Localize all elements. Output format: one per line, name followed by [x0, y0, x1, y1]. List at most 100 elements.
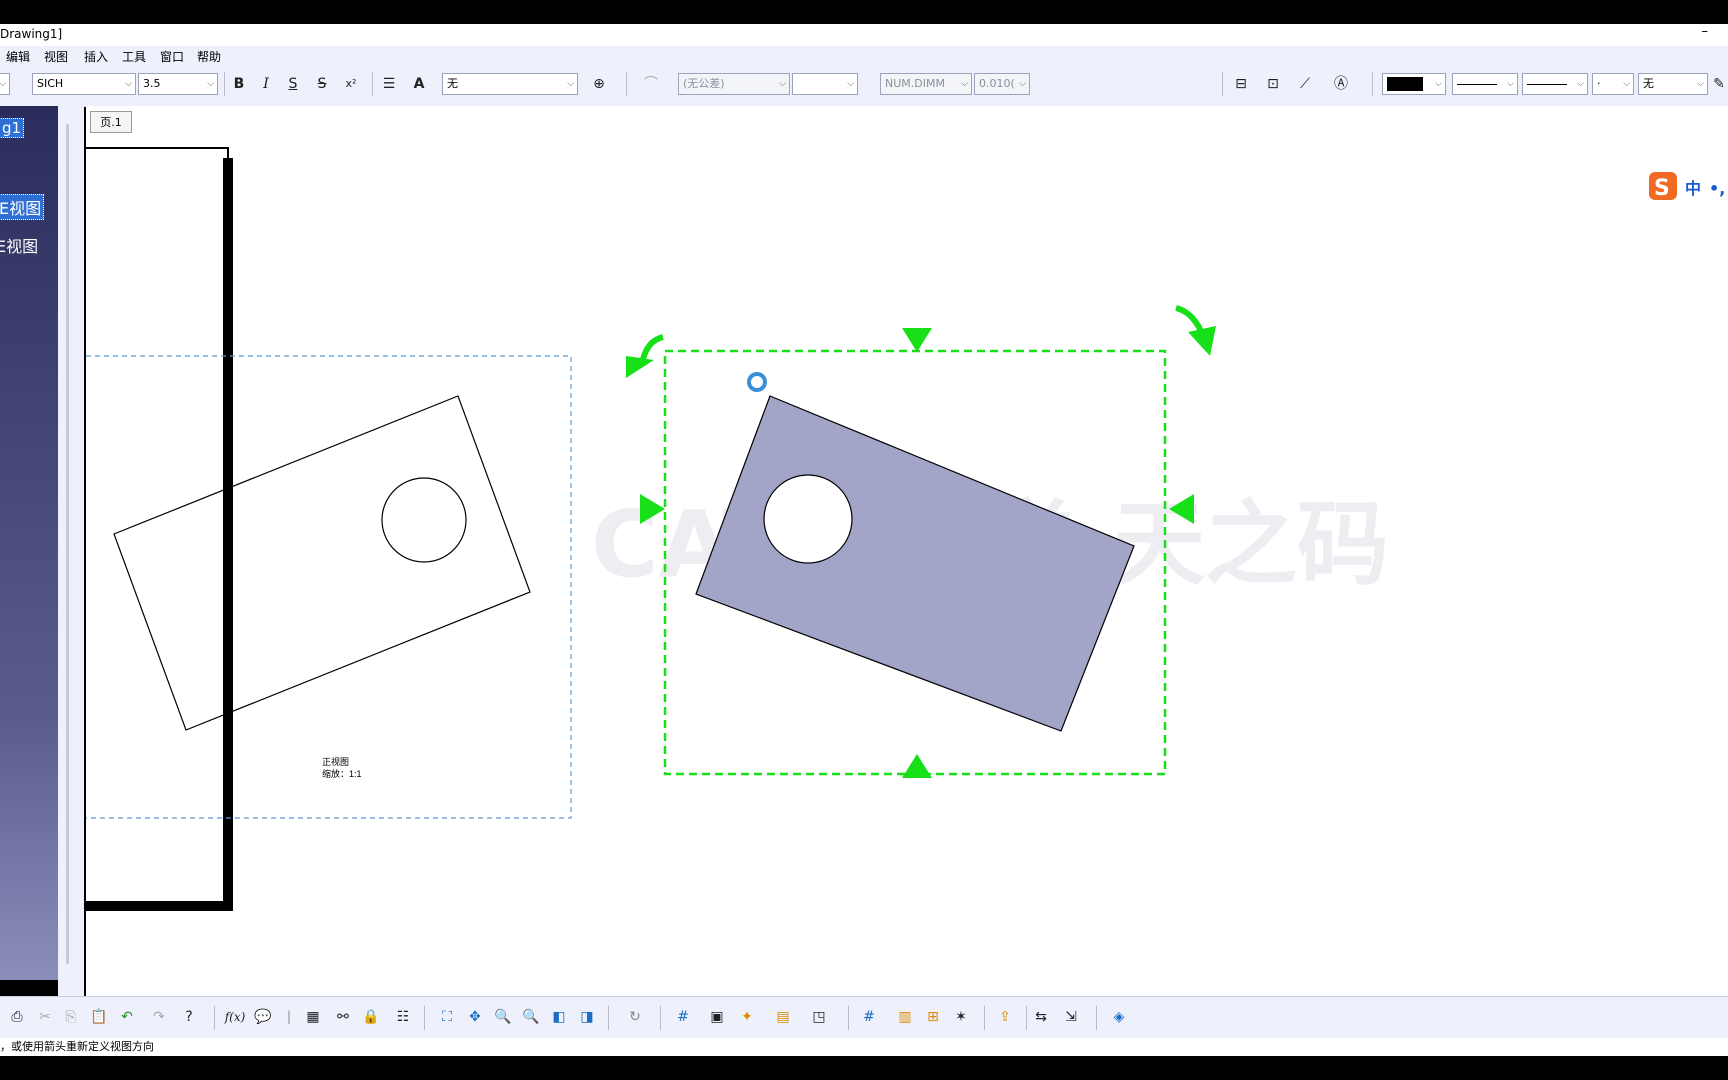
grid-icon[interactable]: #	[672, 1006, 694, 1028]
underline-button[interactable]: S	[282, 73, 304, 95]
insert-text-icon[interactable]: ⊕	[588, 73, 610, 95]
cut-icon[interactable]: ✂	[34, 1006, 56, 1028]
selected-view-hole	[763, 474, 853, 564]
arrow-up-handle[interactable]	[902, 754, 932, 778]
italic-button[interactable]: I	[255, 73, 277, 95]
fill-color-icon[interactable]: ✎	[1708, 73, 1728, 95]
tree-item-view[interactable]: E视图	[0, 233, 38, 257]
undo-icon[interactable]: ↶	[116, 1006, 138, 1028]
zoom-out-icon[interactable]: 🔍	[520, 1006, 542, 1028]
paste-icon[interactable]: 📋	[88, 1006, 110, 1028]
status-text: ，或使用箭头重新定义视图方向	[0, 1040, 154, 1053]
ime-svg: S 中 •,	[1649, 172, 1725, 201]
frame-edit-icon[interactable]: ⊡	[1262, 73, 1284, 95]
zoom-in-icon[interactable]: 🔍	[492, 1006, 514, 1028]
svg-text:S: S	[1654, 176, 1670, 201]
menu-tools[interactable]: 工具	[122, 48, 146, 65]
whats-this-icon[interactable]: ?	[178, 1006, 200, 1028]
rotation-handle[interactable]	[747, 372, 767, 392]
knowledge-icon[interactable]: ǀ	[278, 1006, 300, 1028]
ime-mode: 中	[1685, 179, 1701, 198]
tolerance-format-combo[interactable]: ⌵	[792, 73, 858, 95]
frame-creation-icon[interactable]: ✦	[736, 1006, 758, 1028]
copy-icon[interactable]: ⎘	[60, 1006, 82, 1028]
tree-icon[interactable]: ⚯	[332, 1006, 354, 1028]
menu-edit[interactable]: 编辑	[6, 48, 30, 65]
rotate-cw-arrowhead	[1188, 326, 1216, 356]
lock-icon[interactable]: 🔒	[360, 1006, 382, 1028]
sheet-icon[interactable]: ▣	[706, 1006, 728, 1028]
color-combo[interactable]: ⌵	[1382, 73, 1446, 95]
view-box-icon[interactable]: ▥	[894, 1006, 916, 1028]
menu-help[interactable]: 帮助	[197, 48, 221, 65]
tree-root[interactable]: g1	[0, 118, 25, 138]
fit-all-icon[interactable]: ⛶	[436, 1006, 458, 1028]
view-star-icon[interactable]: ✶	[950, 1006, 972, 1028]
specification-tree: g1 E视图 E视图	[0, 106, 58, 980]
grid-2-icon[interactable]: #	[858, 1006, 880, 1028]
print-icon[interactable]: ⎙	[6, 1006, 28, 1028]
menu-view[interactable]: 视图	[44, 48, 68, 65]
style-combo[interactable]: ⌵	[0, 73, 10, 95]
multi-view-icon[interactable]: ◨	[576, 1006, 598, 1028]
align-icon[interactable]: ☰	[378, 73, 400, 95]
dimension-line-icon[interactable]: ⟋	[1294, 73, 1316, 95]
line-thickness-combo[interactable]: ⌵	[1522, 73, 1588, 95]
view-label-name: 正视图	[322, 756, 349, 767]
line-end-combo[interactable]: 无 ⌵	[1638, 73, 1708, 95]
precision-combo[interactable]: 0.010(⌵	[974, 73, 1030, 95]
view-label-scale: 缩放：1:1	[322, 768, 362, 779]
frame-value: 无	[447, 77, 458, 90]
text-properties-toolbar: ⌵ SICH⌵ 3.5⌵ B I S S x² ☰ A 无⌵ ⊕ ⌒ (无公差)…	[0, 66, 1728, 107]
text-color-button[interactable]: A	[408, 73, 430, 95]
update-icon[interactable]: ↻	[624, 1006, 646, 1028]
punctuation-icon: •,	[1709, 179, 1725, 198]
pan-icon[interactable]: ✥	[464, 1006, 486, 1028]
window-title: Drawing1]	[0, 27, 63, 41]
move-icon[interactable]: ⇲	[1060, 1006, 1082, 1028]
menu-window[interactable]: 窗口	[160, 48, 184, 65]
status-bar: ，或使用箭头重新定义视图方向	[0, 1038, 1728, 1056]
num-format-value: NUM.DIMM	[885, 77, 945, 90]
formula-icon[interactable]: f(x)	[224, 1006, 246, 1028]
font-name-combo[interactable]: SICH ⌵	[32, 73, 136, 95]
sheet-tab[interactable]: 页.1	[90, 111, 132, 133]
rotate-ccw-arrowhead	[626, 356, 654, 378]
frame-icon[interactable]: ⊟	[1230, 73, 1252, 95]
view-grid-icon[interactable]: ⊞	[922, 1006, 944, 1028]
selected-view-rectangle[interactable]	[695, 395, 1135, 732]
strikethrough-button[interactable]: S	[311, 73, 333, 95]
menu-insert[interactable]: 插入	[84, 48, 108, 65]
superscript-button[interactable]: x²	[340, 73, 362, 95]
export-icon[interactable]: ⇪	[994, 1006, 1016, 1028]
bold-button[interactable]: B	[228, 73, 250, 95]
drawing-canvas[interactable]: 正视图 缩放：1:1 CATIA教学-天之码	[86, 106, 1728, 996]
line-type-combo[interactable]: ⌵	[1452, 73, 1518, 95]
line-end-value: 无	[1643, 77, 1654, 90]
normal-view-icon[interactable]: ◧	[548, 1006, 570, 1028]
tree-item-front-view[interactable]: E视图	[0, 194, 45, 220]
frame-combo[interactable]: 无 ⌵	[442, 73, 578, 95]
title-bar: Drawing1] –	[0, 24, 1728, 46]
menu-bar: 编辑 视图 插入 工具 窗口 帮助	[0, 46, 1728, 66]
minimize-button[interactable]: –	[1702, 24, 1709, 39]
text-frame-icon[interactable]: Ⓐ	[1330, 73, 1352, 95]
precision-value: 0.010(	[979, 77, 1015, 90]
tolerance-combo[interactable]: (无公差) ⌵	[678, 73, 790, 95]
layer-icon[interactable]: ◈	[1108, 1006, 1130, 1028]
redo-icon[interactable]: ↷	[148, 1006, 170, 1028]
dimension-icon[interactable]: ⌒	[640, 73, 662, 95]
color-swatch	[1387, 77, 1423, 91]
swap-icon[interactable]: ⇆	[1030, 1006, 1052, 1028]
catalog-icon[interactable]: ☷	[392, 1006, 414, 1028]
tree-scrollbar[interactable]	[58, 106, 84, 1002]
num-format-combo[interactable]: NUM.DIMM ⌵	[880, 73, 972, 95]
title-block-icon[interactable]: ▤	[772, 1006, 794, 1028]
comment-icon[interactable]: 💬	[252, 1006, 274, 1028]
point-style-combo[interactable]: · ⌵	[1592, 73, 1634, 95]
ime-indicator[interactable]: S 中 •,	[1645, 168, 1728, 204]
table-icon[interactable]: ▦	[302, 1006, 324, 1028]
detail-icon[interactable]: ◳	[808, 1006, 830, 1028]
font-size-combo[interactable]: 3.5 ⌵	[138, 73, 218, 95]
arrow-down-handle[interactable]	[902, 328, 932, 352]
